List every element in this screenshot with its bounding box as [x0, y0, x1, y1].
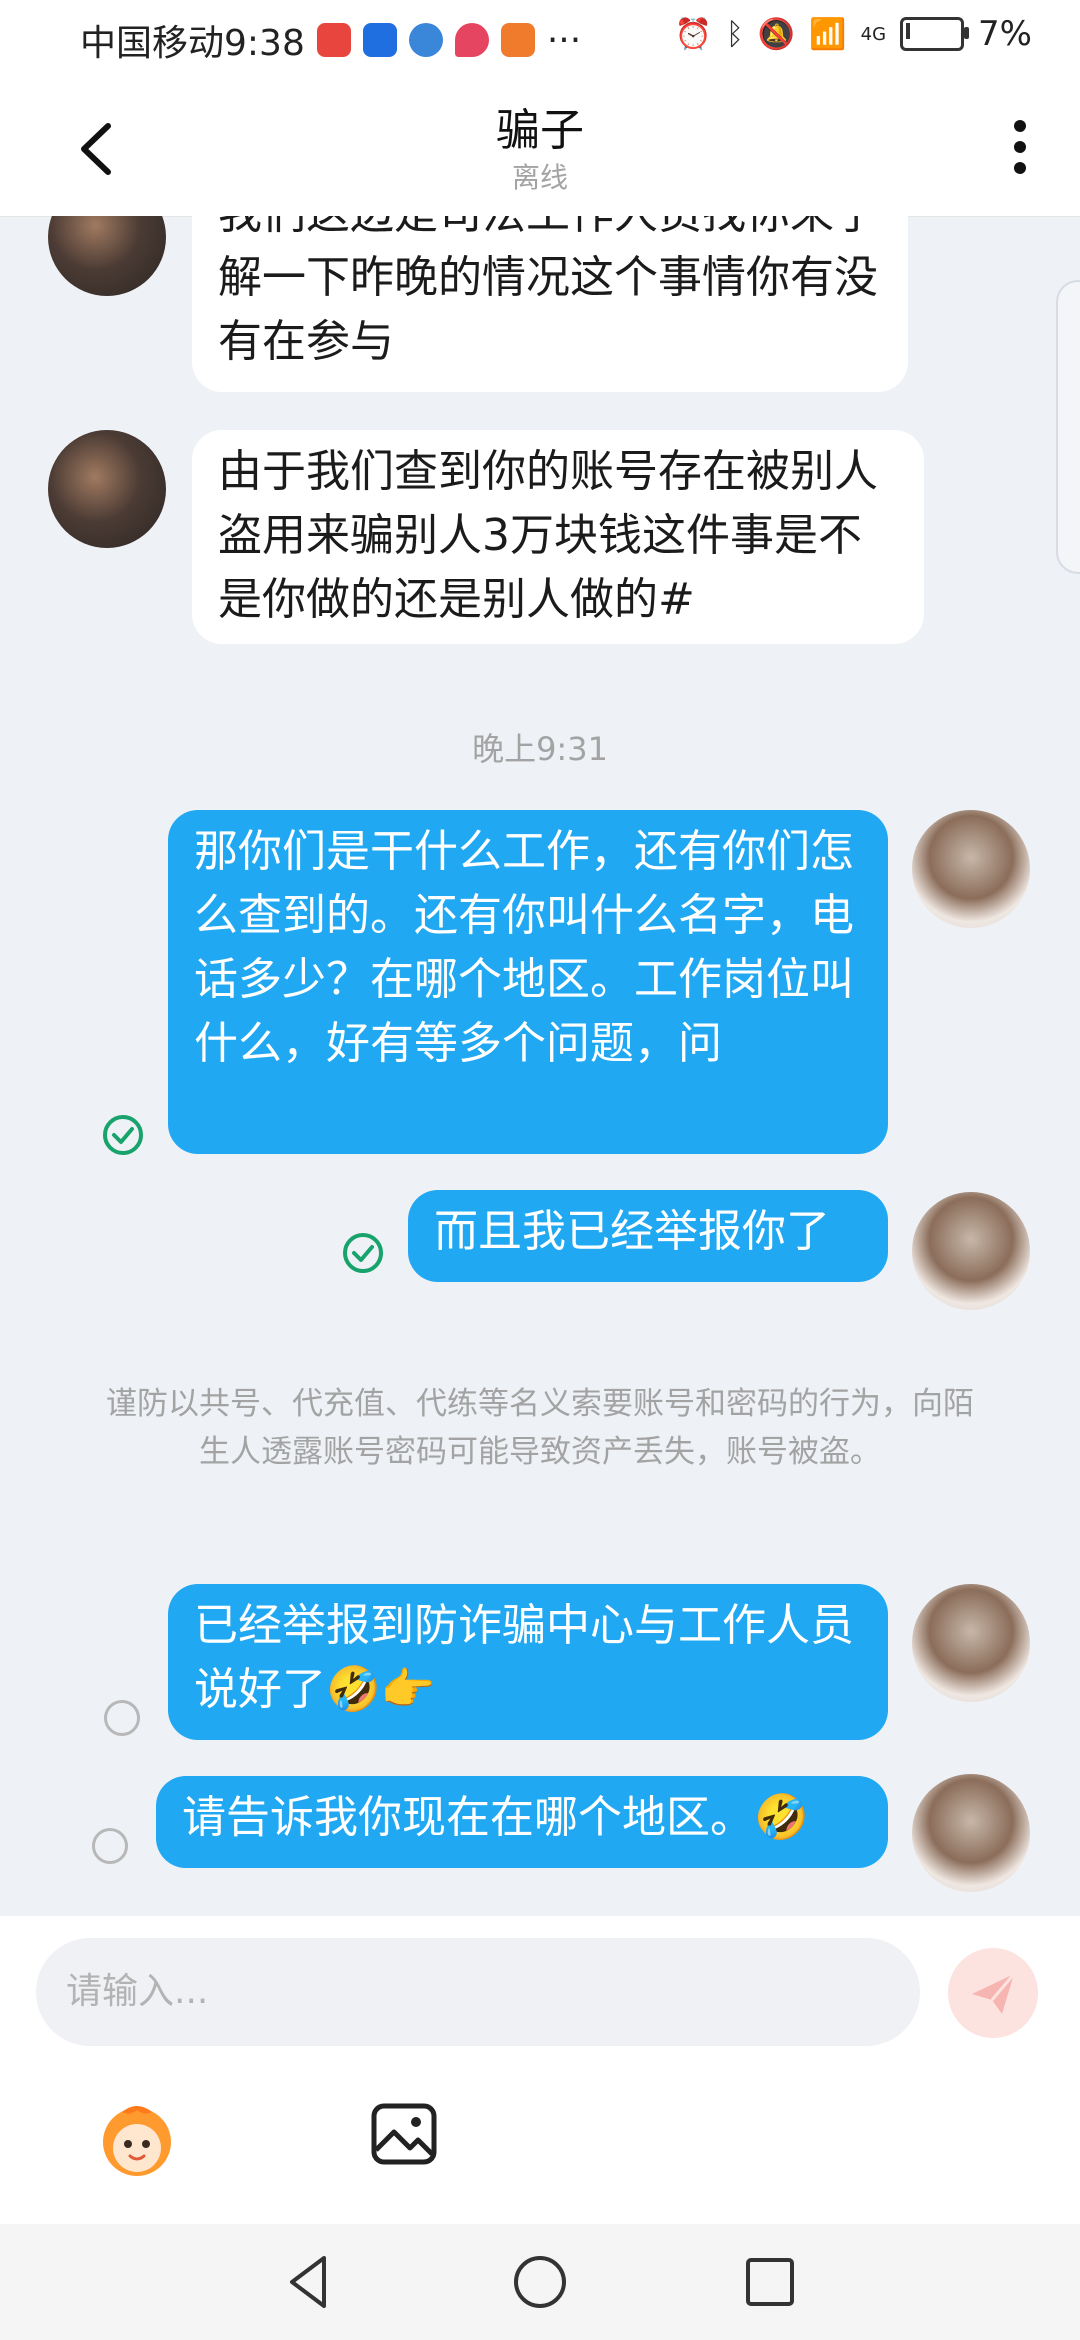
network-type: 4G	[860, 23, 887, 45]
nav-recents-icon[interactable]	[738, 2250, 802, 2314]
message-timestamp: 晚上9:31	[472, 730, 608, 768]
message-bubble-outgoing[interactable]: 而且我已经举报你了	[408, 1190, 888, 1282]
status-bar: 中国移动9:38 ··· ⏰ ᛒ 🔕 📶 4G 7%	[0, 0, 1080, 78]
alarm-icon: ⏰	[674, 16, 712, 52]
read-check-icon	[103, 1115, 143, 1155]
bulb-app-icon	[362, 23, 397, 57]
bluetooth-icon: ᛒ	[725, 16, 744, 52]
status-right: ⏰ ᛒ 🔕 📶 4G 7%	[675, 14, 1032, 54]
read-check-icon	[343, 1233, 383, 1273]
mascot-emoji-icon[interactable]	[92, 2096, 182, 2186]
message-bubble-outgoing[interactable]: 那你们是干什么工作，还有你们怎么查到的。还有你叫什么名字，电话多少？在哪个地区。…	[168, 810, 888, 1154]
user-avatar[interactable]	[912, 1774, 1030, 1892]
contact-avatar[interactable]	[48, 430, 166, 548]
message-input[interactable]: 请输入...	[36, 1938, 920, 2046]
battery-icon	[900, 17, 970, 51]
contact-avatar[interactable]	[48, 216, 166, 296]
unread-status-icon	[104, 1700, 140, 1736]
message-list[interactable]: 我们这边是司法工作人员找你来了解一下昨晚的情况这个事情你有没有在参与 由于我们查…	[0, 216, 1080, 1916]
user-avatar[interactable]	[912, 810, 1030, 928]
mute-icon: 🔕	[757, 16, 796, 52]
battery-fill	[906, 23, 911, 39]
nav-home-icon[interactable]	[508, 2250, 572, 2314]
side-drawer-handle[interactable]	[1056, 280, 1080, 574]
more-vertical-icon[interactable]	[1000, 112, 1040, 182]
system-nav-bar	[0, 2224, 1080, 2340]
carrier-time: 中国移动9:38	[80, 23, 305, 64]
battery-percent: 7%	[978, 14, 1032, 54]
chat-title: 骗子	[496, 105, 584, 156]
security-notice: 谨防以共号、代充值、代练等名义索要账号和密码的行为，向陌生人透露账号密码可能导致…	[106, 1386, 974, 1470]
message-bubble-outgoing[interactable]: 请告诉我你现在在哪个地区。🤣	[156, 1776, 888, 1868]
more-notifications: ···	[546, 19, 582, 61]
status-left: 中国移动9:38 ···	[80, 14, 581, 66]
globe-app-icon	[408, 23, 443, 57]
message-bubble-incoming[interactable]: 我们这边是司法工作人员找你来了解一下昨晚的情况这个事情你有没有在参与	[192, 216, 908, 392]
chat-header: 骗子 离线	[0, 78, 1080, 217]
composer: 请输入...	[0, 1916, 1080, 2224]
user-avatar[interactable]	[912, 1584, 1030, 1702]
contact-status: 离线	[511, 161, 568, 194]
petal-app-icon	[454, 23, 489, 57]
nav-back-icon[interactable]	[278, 2250, 342, 2314]
video-app-icon	[500, 23, 535, 57]
send-icon[interactable]	[948, 1948, 1038, 2038]
message-bubble-incoming[interactable]: 由于我们查到你的账号存在被别人盗用来骗别人3万块钱这件事是不是你做的还是别人做的…	[192, 430, 924, 644]
message-bubble-outgoing[interactable]: 已经举报到防诈骗中心与工作人员说好了🤣👉	[168, 1584, 888, 1740]
image-icon[interactable]	[370, 2100, 438, 2168]
shop-app-icon	[316, 23, 351, 57]
unread-status-icon	[92, 1828, 128, 1864]
user-avatar[interactable]	[912, 1192, 1030, 1310]
wifi-icon: 📶	[809, 16, 847, 52]
